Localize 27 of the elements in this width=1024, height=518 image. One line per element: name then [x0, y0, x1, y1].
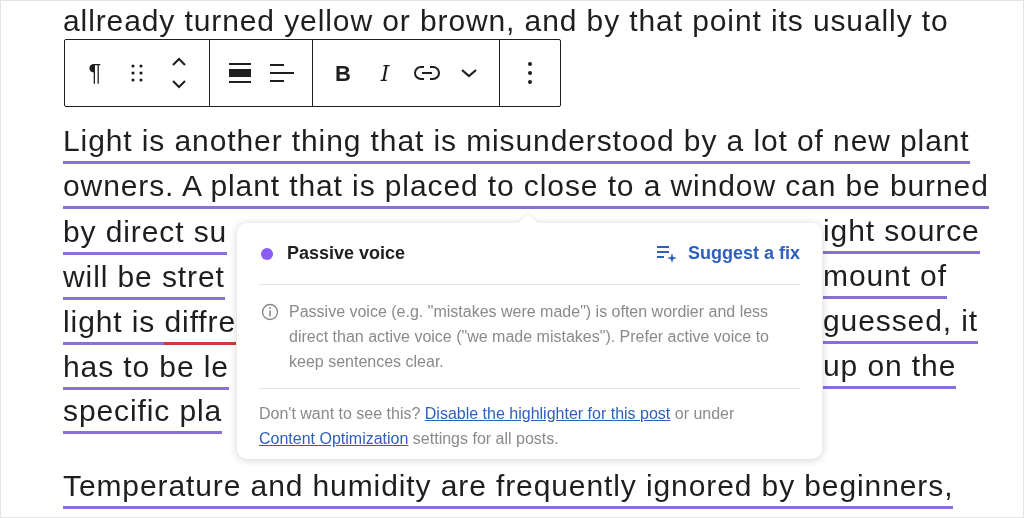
text-link[interactable]: Disable the highlighter for this post — [424, 405, 671, 422]
link-icon[interactable] — [414, 65, 440, 81]
paragraph-line: owners. A plant that is placed to close to a window can be burned — [63, 164, 989, 209]
paragraph-line: Temperature and humidity are frequently ignored by beginners, — [63, 464, 954, 509]
footer-text: Don't want to see this? Disable the highlighter for this post or under Content Optimization settings for all posts. — [259, 404, 736, 449]
text-link[interactable]: Content Optimization — [259, 430, 409, 447]
paragraph-line: allready turned yellow or brown, and by that point its usually to — [63, 3, 949, 39]
issue-title: Passive voice — [287, 242, 406, 265]
more-options-icon[interactable] — [527, 61, 533, 85]
align-left-icon[interactable] — [269, 63, 295, 83]
drag-handle-icon[interactable] — [129, 63, 145, 83]
italic-button[interactable]: I — [365, 51, 405, 95]
paragraph-line: ight source — [823, 209, 980, 254]
up-down-chevrons-icon[interactable] — [170, 55, 188, 91]
paragraph-line: has to be le — [63, 349, 229, 390]
paragraph-button[interactable]: ¶ — [75, 51, 115, 95]
paragraph-line: Light is another thing that is misunderstood by a lot of new plant — [63, 119, 970, 164]
bold-button[interactable]: B — [323, 51, 363, 95]
paragraph-line: will be stret — [63, 259, 225, 300]
block-align-icon[interactable] — [228, 62, 252, 84]
sparkle-list-icon — [655, 243, 678, 264]
issue-description: Passive voice (e.g. "mistakes were made") is often wordier and less direct than active voice ("we made mistakes"). Prefer active voice to keep sentences clear. — [289, 302, 770, 372]
paragraph-line: by direct su — [63, 214, 228, 255]
info-icon — [261, 303, 279, 321]
paragraph-line: specific pla — [63, 389, 223, 434]
chevron-down-icon[interactable] — [460, 68, 478, 78]
suggest-fix-button[interactable]: Suggest a fix — [655, 240, 800, 267]
